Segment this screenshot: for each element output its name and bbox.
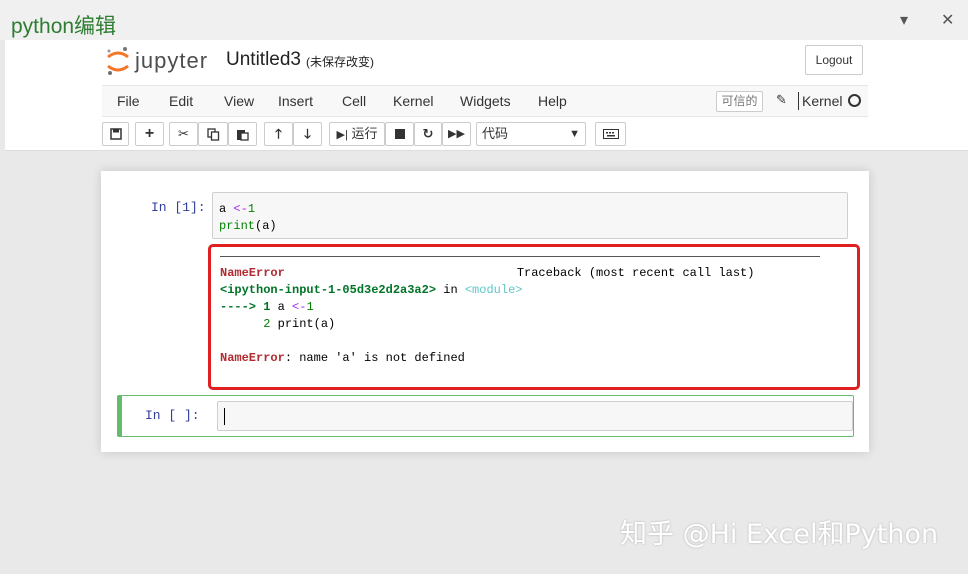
insert-cell-button[interactable]: + (135, 122, 164, 146)
stop-icon (394, 129, 405, 139)
chevron-down-icon: ▼ (569, 128, 580, 140)
active-cell[interactable]: In [ ]: (117, 395, 854, 437)
traceback-rule (220, 256, 820, 257)
save-button[interactable] (102, 122, 129, 146)
menu-kernel[interactable]: Kernel (393, 93, 433, 109)
jupyter-logo-icon[interactable] (105, 46, 131, 76)
traceback-num: 1 (306, 300, 314, 314)
copy-icon (206, 128, 219, 141)
cut-button[interactable]: ✂ (169, 122, 198, 146)
traceback-location: <ipython-input-1-05d3e2d2a3a2> in <modul… (220, 283, 522, 297)
cell-type-select[interactable]: 代码 ▼ (476, 122, 586, 146)
menu-help[interactable]: Help (538, 93, 567, 109)
paste-button[interactable] (228, 122, 257, 146)
traceback-op: <- (292, 300, 307, 314)
pencil-icon[interactable]: ✎ (776, 92, 787, 108)
run-label: 运行 (351, 126, 378, 141)
move-down-button[interactable]: 🡓 (293, 122, 322, 146)
code-builtin: print (219, 219, 256, 233)
notebook-container: In [1]: a <-1 print(a) NameError Tracebac… (101, 171, 869, 452)
final-error-message: : name 'a' is not defined (284, 351, 465, 365)
menu-bar: File Edit View Insert Cell Kernel Widget… (102, 85, 868, 117)
code-input[interactable] (217, 401, 853, 431)
kernel-idle-icon (848, 94, 861, 107)
traceback-code: print(a) (277, 317, 336, 331)
interrupt-button[interactable] (385, 122, 414, 146)
code-number: 1 (247, 202, 256, 216)
move-up-button[interactable]: 🡑 (264, 122, 293, 146)
code-line: a <-1 (219, 201, 841, 218)
chevron-down-icon[interactable]: ▾ (900, 10, 908, 30)
menu-edit[interactable]: Edit (169, 93, 193, 109)
save-status: (未保存改变) (306, 55, 374, 69)
traceback-lineno: 2 (263, 317, 271, 331)
arrow-up-icon: 🡑 (275, 126, 282, 141)
menu-widgets[interactable]: Widgets (460, 93, 511, 109)
restart-button[interactable]: ↻ (414, 122, 442, 146)
in-word: in (443, 283, 458, 297)
kernel-name[interactable]: Kernel (802, 93, 842, 109)
input-prompt: In [1]: (151, 200, 206, 215)
traceback-header: NameError Traceback (most recent call las… (220, 266, 754, 280)
restart-icon: ↻ (422, 126, 434, 141)
traceback-var: a (277, 300, 285, 314)
error-output: NameError Traceback (most recent call las… (208, 244, 860, 390)
traceback-label: Traceback (most recent call last) (516, 266, 755, 280)
menu-file[interactable]: File (117, 93, 140, 109)
error-message: NameError: name 'a' is not defined (220, 351, 465, 365)
input-prompt: In [ ]: (145, 408, 200, 423)
input-ref: <ipython-input-1-05d3e2d2a3a2> (220, 283, 437, 297)
traceback-arrow: ----> 1 (220, 300, 271, 314)
kernel-divider (798, 92, 799, 110)
code-line: print(a) (219, 218, 841, 235)
trusted-badge[interactable]: 可信的 (716, 91, 763, 112)
jupyter-header: jupyter Untitled3 (未保存改变) Logout File Ed… (5, 40, 968, 151)
run-icon: ▶| (336, 129, 348, 141)
jupyter-logo-text[interactable]: jupyter (135, 48, 208, 74)
arrow-down-icon: 🡓 (304, 126, 311, 141)
keyboard-icon (602, 129, 619, 139)
traceback-line-1: ----> 1 a <-1 (220, 300, 314, 314)
paste-icon (237, 130, 249, 141)
notebook-name[interactable]: Untitled3 (226, 49, 301, 71)
fast-forward-icon: ▶▶ (448, 128, 465, 140)
code-operator: <- (233, 202, 248, 216)
menu-view[interactable]: View (224, 93, 254, 109)
menu-insert[interactable]: Insert (278, 93, 313, 109)
run-button[interactable]: ▶| 运行 (329, 122, 385, 146)
copy-button[interactable] (198, 122, 228, 146)
traceback-line-2: 2 print(a) (220, 317, 335, 331)
watermark: 知乎 @Hi Excel和Python (620, 519, 939, 550)
window-title-bar: python编辑 ▾ ✕ (0, 0, 968, 40)
restart-run-all-button[interactable]: ▶▶ (442, 122, 471, 146)
module-ref: <module> (464, 283, 523, 297)
code-input[interactable]: a <-1 print(a) (212, 192, 848, 239)
final-error-name: NameError (220, 351, 285, 365)
error-name: NameError (220, 266, 285, 280)
close-icon[interactable]: ✕ (941, 10, 954, 30)
command-palette-button[interactable] (595, 122, 626, 146)
window-title: python编辑 (11, 15, 117, 38)
logout-button[interactable]: Logout (805, 45, 863, 75)
text-cursor (224, 408, 225, 425)
cell-type-value: 代码 (482, 126, 509, 141)
menu-cell[interactable]: Cell (342, 93, 366, 109)
plus-icon: + (144, 125, 155, 142)
cut-icon: ✂ (178, 126, 189, 141)
code-var: a (219, 202, 227, 216)
code-args: (a) (255, 219, 277, 233)
save-icon (109, 128, 122, 140)
